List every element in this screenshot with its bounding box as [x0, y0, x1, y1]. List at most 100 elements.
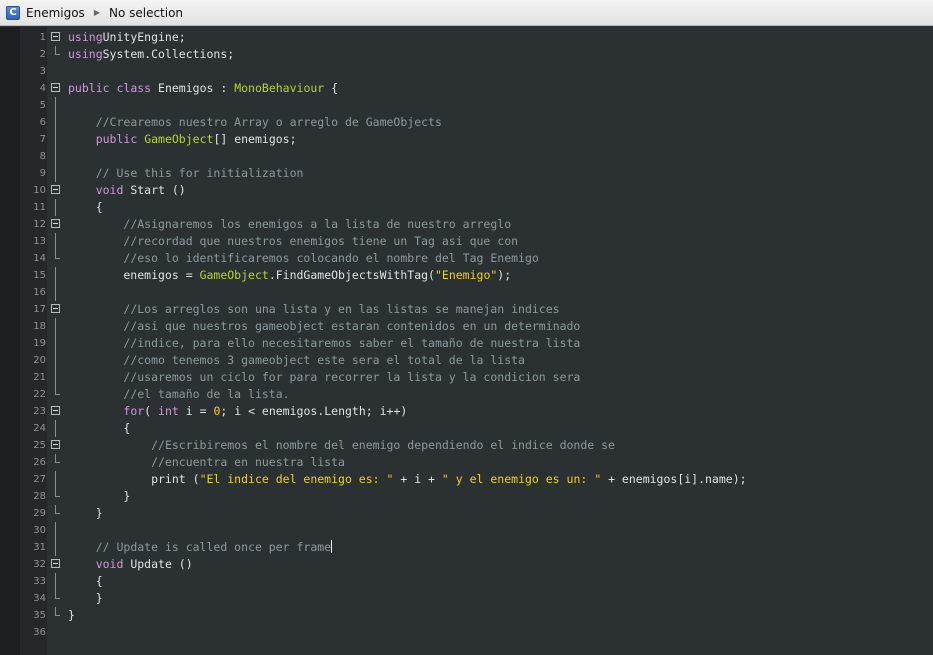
code-text: public GameObject[] enemigos;: [68, 131, 297, 148]
code-line[interactable]: 35}: [0, 607, 933, 624]
code-line[interactable]: 33 {: [0, 573, 933, 590]
code-token: public: [68, 81, 110, 95]
code-line[interactable]: 4 public class Enemigos : MonoBehaviour {: [0, 80, 933, 97]
code-line[interactable]: 17 //Los arreglos son una lista y en las…: [0, 301, 933, 318]
code-line[interactable]: 7 public GameObject[] enemigos;: [0, 131, 933, 148]
breadcrumb-selection[interactable]: No selection: [109, 6, 183, 20]
code-text: for( int i = 0; i < enemigos.Length; i++…: [68, 403, 407, 420]
code-token: // Update is called once per frame: [95, 540, 332, 554]
code-line[interactable]: 29 }: [0, 505, 933, 522]
code-token: //usaremos un ciclo for para recorrer la…: [123, 370, 581, 384]
code-line[interactable]: 3: [0, 63, 933, 80]
code-line[interactable]: 19 //indice, para ello necesitaremos sab…: [0, 335, 933, 352]
code-token: //encuentra en nuestra lista: [151, 455, 345, 469]
code-line[interactable]: 25 //Escribiremos el nombre del enemigo …: [0, 437, 933, 454]
fold-guide-line: [55, 352, 56, 369]
code-text: // Update is called once per frame: [68, 539, 333, 556]
line-number: 28: [33, 491, 46, 502]
code-line[interactable]: 34 }: [0, 590, 933, 607]
fold-guide-line: [55, 420, 56, 437]
line-number: 5: [39, 100, 46, 111]
fold-collapse-icon[interactable]: [51, 219, 60, 228]
code-text: //Crearemos nuestro Array o arreglo de G…: [68, 114, 442, 131]
code-token: GameObject: [199, 268, 269, 282]
code-token: print (: [68, 472, 200, 486]
code-line[interactable]: 8: [0, 148, 933, 165]
code-line[interactable]: 21 //usaremos un ciclo for para recorrer…: [0, 369, 933, 386]
code-line[interactable]: 24 {: [0, 420, 933, 437]
code-line[interactable]: 20 //como tenemos 3 gameobject este sera…: [0, 352, 933, 369]
code-token: ; i < enemigos.Length; i++): [220, 404, 408, 418]
fold-collapse-icon[interactable]: [51, 559, 60, 568]
fold-guide-line: [55, 539, 56, 556]
code-text: //usaremos un ciclo for para recorrer la…: [68, 369, 580, 386]
code-line[interactable]: 31 // Update is called once per frame: [0, 539, 933, 556]
code-line[interactable]: 32 void Update (): [0, 556, 933, 573]
code-line[interactable]: 28 }: [0, 488, 933, 505]
fold-guide-line: [55, 335, 56, 352]
code-line[interactable]: 12 //Asignaremos los enemigos a la lista…: [0, 216, 933, 233]
code-text: //Asignaremos los enemigos a la lista de…: [68, 216, 511, 233]
code-line[interactable]: 30: [0, 522, 933, 539]
fold-collapse-icon[interactable]: [51, 304, 60, 313]
line-number: 27: [33, 474, 46, 485]
code-line[interactable]: 5: [0, 97, 933, 114]
code-text: enemigos = GameObject.FindGameObjectsWit…: [68, 267, 511, 284]
code-line[interactable]: 14 //eso lo identificaremos colocando el…: [0, 250, 933, 267]
code-line[interactable]: 11 {: [0, 199, 933, 216]
code-text: //encuentra en nuestra lista: [68, 454, 345, 471]
fold-end-marker: [55, 590, 60, 599]
line-number: 32: [33, 559, 46, 570]
code-line[interactable]: 27 print ("El indice del enemigo es: " +…: [0, 471, 933, 488]
code-line[interactable]: 36: [0, 624, 933, 641]
line-number: 35: [33, 610, 46, 621]
code-line[interactable]: 22 //el tamaño de la lista.: [0, 386, 933, 403]
line-number: 25: [33, 440, 46, 451]
fold-end-marker: [55, 250, 60, 259]
fold-end-marker: [55, 488, 60, 497]
fold-collapse-icon[interactable]: [51, 440, 60, 449]
code-line[interactable]: 18 //asi que nuestros gameobject estaran…: [0, 318, 933, 335]
code-line[interactable]: 23 for( int i = 0; i < enemigos.Length; …: [0, 403, 933, 420]
line-number: 31: [33, 542, 46, 553]
code-token: //asi que nuestros gameobject estaran co…: [123, 319, 581, 333]
code-token: + i +: [393, 472, 442, 486]
code-token: Update (): [123, 557, 193, 571]
code-line[interactable]: 1 usingUnityEngine;: [0, 29, 933, 46]
code-text: //el tamaño de la lista.: [68, 386, 289, 403]
code-line[interactable]: 16: [0, 284, 933, 301]
code-token: i =: [178, 404, 214, 418]
fold-collapse-icon[interactable]: [51, 83, 60, 92]
fold-guide-line: [55, 369, 56, 386]
code-text: usingSystem.Collections;: [68, 46, 234, 63]
code-line[interactable]: 13 //recordad que nuestros enemigos tien…: [0, 233, 933, 250]
line-number: 33: [33, 576, 46, 587]
line-number: 23: [33, 406, 46, 417]
fold-collapse-icon[interactable]: [51, 32, 60, 41]
code-line[interactable]: 6 //Crearemos nuestro Array o arreglo de…: [0, 114, 933, 131]
code-token: Enemigos :: [151, 81, 235, 95]
code-line[interactable]: 26 //encuentra en nuestra lista: [0, 454, 933, 471]
breadcrumb-file-name[interactable]: Enemigos: [26, 6, 85, 20]
fold-collapse-icon[interactable]: [51, 406, 60, 415]
line-number: 3: [39, 66, 46, 77]
line-number: 29: [33, 508, 46, 519]
code-line[interactable]: 10 void Start (): [0, 182, 933, 199]
code-text: //Los arreglos son una lista y en las li…: [68, 301, 559, 318]
code-line[interactable]: 2 usingSystem.Collections;: [0, 46, 933, 63]
code-line[interactable]: 9 // Use this for initialization: [0, 165, 933, 182]
fold-guide-line: [55, 318, 56, 335]
line-number: 24: [33, 423, 46, 434]
fold-collapse-icon[interactable]: [51, 185, 60, 194]
code-text: usingUnityEngine;: [68, 29, 186, 46]
code-editor[interactable]: 1 usingUnityEngine; 2 usingSystem.Collectio…: [0, 27, 933, 655]
code-line[interactable]: 15 enemigos = GameObject.FindGameObjects…: [0, 267, 933, 284]
